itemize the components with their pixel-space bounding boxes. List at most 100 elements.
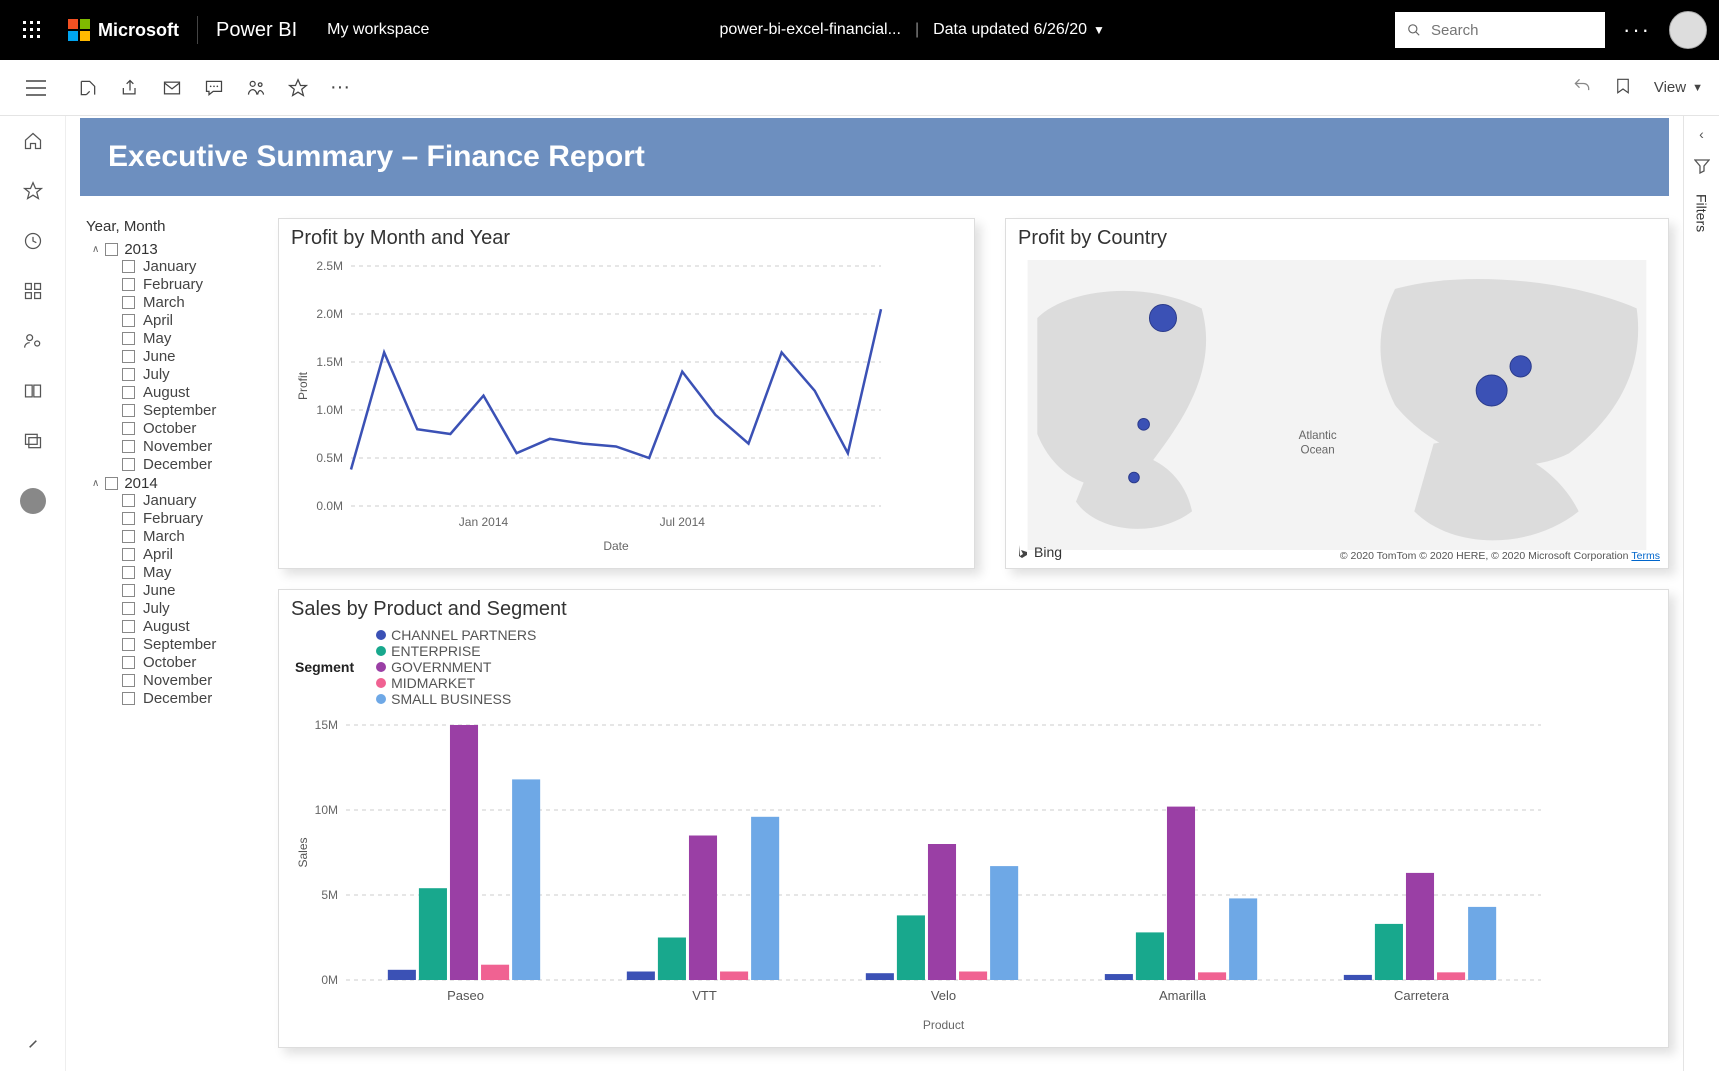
slicer-month[interactable]: March xyxy=(122,528,260,545)
checkbox[interactable] xyxy=(122,440,135,453)
slicer-year[interactable]: ∧2014 xyxy=(92,475,260,492)
svg-text:Product: Product xyxy=(923,1018,965,1032)
apps-icon[interactable] xyxy=(22,280,44,302)
slicer-month[interactable]: March xyxy=(122,294,260,311)
slicer-month[interactable]: February xyxy=(122,276,260,293)
learn-icon[interactable] xyxy=(22,380,44,402)
svg-text:0.0M: 0.0M xyxy=(316,499,343,513)
checkbox[interactable] xyxy=(122,620,135,633)
slicer-month[interactable]: April xyxy=(122,312,260,329)
slicer-month[interactable]: December xyxy=(122,456,260,473)
app-launcher-icon[interactable] xyxy=(12,10,52,50)
slicer-month[interactable]: September xyxy=(122,402,260,419)
file-icon[interactable] xyxy=(78,78,98,98)
chevron-left-icon[interactable]: ‹ xyxy=(1699,126,1704,142)
filters-pane-collapsed[interactable]: ‹ Filters xyxy=(1683,116,1719,1071)
checkbox[interactable] xyxy=(122,314,135,327)
undo-icon[interactable] xyxy=(1572,76,1592,99)
legend-item[interactable]: SMALL BUSINESS xyxy=(376,691,536,707)
slicer-month[interactable]: January xyxy=(122,258,260,275)
avatar[interactable] xyxy=(1669,11,1707,49)
recent-icon[interactable] xyxy=(22,230,44,252)
slicer-month[interactable]: September xyxy=(122,636,260,653)
slicer-month[interactable]: December xyxy=(122,690,260,707)
search-input[interactable] xyxy=(1431,22,1593,39)
legend-item[interactable]: CHANNEL PARTNERS xyxy=(376,627,536,643)
slicer-month[interactable]: October xyxy=(122,420,260,437)
slicer-month[interactable]: May xyxy=(122,330,260,347)
profit-by-country-card[interactable]: Profit by Country Atlantic Ocean xyxy=(1005,218,1669,569)
svg-text:Velo: Velo xyxy=(931,988,956,1003)
checkbox[interactable] xyxy=(122,296,135,309)
checkbox[interactable] xyxy=(122,494,135,507)
map-terms-link[interactable]: Terms xyxy=(1631,550,1660,562)
slicer-month[interactable]: November xyxy=(122,672,260,689)
slicer-month[interactable]: June xyxy=(122,582,260,599)
slicer-month[interactable]: June xyxy=(122,348,260,365)
svg-text:0M: 0M xyxy=(321,973,338,987)
slicer-month[interactable]: August xyxy=(122,618,260,635)
checkbox[interactable] xyxy=(122,674,135,687)
checkbox[interactable] xyxy=(122,656,135,669)
report-name[interactable]: power-bi-excel-financial... xyxy=(720,21,901,39)
comment-icon[interactable] xyxy=(204,78,224,98)
checkbox[interactable] xyxy=(122,602,135,615)
search-box[interactable] xyxy=(1395,12,1605,48)
checkbox[interactable] xyxy=(122,386,135,399)
workspace-name[interactable]: My workspace xyxy=(327,21,429,39)
teams-icon[interactable] xyxy=(246,78,266,98)
checkbox[interactable] xyxy=(122,350,135,363)
checkbox[interactable] xyxy=(122,584,135,597)
slicer-month[interactable]: July xyxy=(122,600,260,617)
checkbox[interactable] xyxy=(122,530,135,543)
favorites-nav-icon[interactable] xyxy=(22,180,44,202)
legend-item[interactable]: GOVERNMENT xyxy=(376,659,536,675)
share-icon[interactable] xyxy=(120,78,140,98)
home-icon[interactable] xyxy=(22,130,44,152)
checkbox[interactable] xyxy=(122,638,135,651)
product-name[interactable]: Power BI xyxy=(216,19,297,42)
slicer-month[interactable]: November xyxy=(122,438,260,455)
slicer-month[interactable]: January xyxy=(122,492,260,509)
slicer-month[interactable]: October xyxy=(122,654,260,671)
slicer-year[interactable]: ∧2013 xyxy=(92,241,260,258)
sales-by-product-card[interactable]: Sales by Product and Segment Segment CHA… xyxy=(278,589,1669,1048)
more-icon[interactable]: ··· xyxy=(330,78,350,98)
date-slicer[interactable]: Year, Month ∧2013JanuaryFebruaryMarchApr… xyxy=(80,218,260,1048)
slicer-month[interactable]: February xyxy=(122,510,260,527)
checkbox[interactable] xyxy=(122,278,135,291)
email-icon[interactable] xyxy=(162,78,182,98)
checkbox[interactable] xyxy=(122,404,135,417)
slicer-month[interactable]: August xyxy=(122,384,260,401)
checkbox[interactable] xyxy=(105,477,118,490)
workspaces-icon[interactable] xyxy=(22,430,44,452)
checkbox[interactable] xyxy=(122,458,135,471)
shared-icon[interactable] xyxy=(22,330,44,352)
nav-toggle-icon[interactable] xyxy=(16,80,56,96)
bookmark-icon[interactable] xyxy=(1614,76,1632,99)
legend-item[interactable]: ENTERPRISE xyxy=(376,643,536,659)
checkbox[interactable] xyxy=(122,422,135,435)
checkbox[interactable] xyxy=(122,566,135,579)
bing-logo: Bing xyxy=(1016,544,1062,560)
more-options-icon[interactable]: ··· xyxy=(1623,17,1651,43)
filters-label: Filters xyxy=(1694,194,1710,232)
checkbox[interactable] xyxy=(122,260,135,273)
slicer-month[interactable]: July xyxy=(122,366,260,383)
divider xyxy=(197,16,198,44)
data-updated-dropdown[interactable]: Data updated 6/26/20▼ xyxy=(933,21,1105,39)
checkbox[interactable] xyxy=(122,512,135,525)
checkbox[interactable] xyxy=(122,368,135,381)
slicer-month[interactable]: April xyxy=(122,546,260,563)
my-workspace-icon[interactable] xyxy=(20,488,46,514)
slicer-month[interactable]: May xyxy=(122,564,260,581)
profit-by-month-card[interactable]: Profit by Month and Year 0.0M0.5M1.0M1.5… xyxy=(278,218,975,569)
legend-item[interactable]: MIDMARKET xyxy=(376,675,536,691)
checkbox[interactable] xyxy=(122,548,135,561)
favorite-icon[interactable] xyxy=(288,78,308,98)
checkbox[interactable] xyxy=(105,243,118,256)
checkbox[interactable] xyxy=(122,332,135,345)
expand-icon[interactable] xyxy=(22,1033,44,1055)
view-dropdown[interactable]: View▼ xyxy=(1654,79,1703,96)
checkbox[interactable] xyxy=(122,692,135,705)
